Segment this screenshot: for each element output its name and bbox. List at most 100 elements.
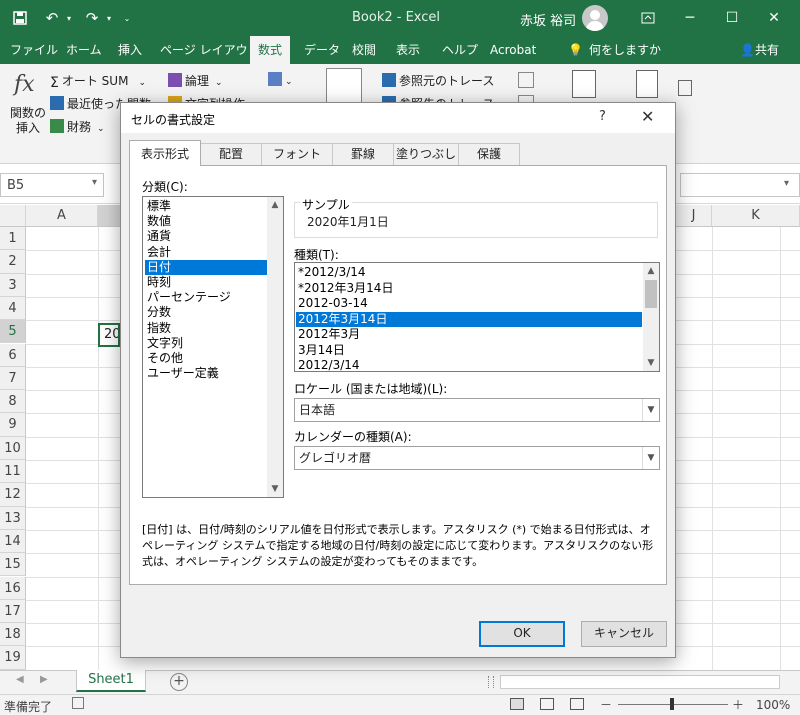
- category-item[interactable]: 日付: [145, 259, 267, 275]
- locale-select[interactable]: 日本語 ▼: [294, 398, 660, 422]
- show-formulas-icon[interactable]: [518, 72, 534, 88]
- type-list[interactable]: *2012/3/14 *2012年3月14日 2012-03-14 2012年3月14…: [294, 262, 660, 372]
- row-header-14[interactable]: 14: [0, 529, 26, 554]
- expand-formula-bar-icon[interactable]: ▾: [784, 178, 789, 189]
- row-header-13[interactable]: 13: [0, 506, 26, 530]
- type-item[interactable]: 2012年3月14日: [296, 311, 642, 327]
- tab-alignment[interactable]: 配置: [200, 143, 262, 165]
- calculation-options-icon[interactable]: [636, 70, 658, 98]
- category-list[interactable]: 標準 数値 通貨 会計 日付 時刻 パーセンテージ 分数 指数 文字列 その他 ユーザー定義 ▲ ▼: [142, 196, 284, 498]
- category-item[interactable]: 分数: [145, 305, 267, 320]
- category-item[interactable]: ユーザー定義: [145, 366, 267, 381]
- chevron-down-icon[interactable]: ▼: [642, 447, 659, 469]
- page-break-view-icon[interactable]: [570, 698, 584, 710]
- type-item[interactable]: 2012年3月: [296, 327, 642, 342]
- row-header-1[interactable]: 1: [0, 227, 26, 251]
- ribbon-tab-help[interactable]: ヘルプ: [434, 36, 486, 64]
- category-item[interactable]: 文字列: [145, 336, 267, 351]
- ribbon-display-options-icon[interactable]: [634, 6, 662, 30]
- horizontal-scrollbar[interactable]: [500, 675, 780, 689]
- tab-border[interactable]: 罫線: [332, 143, 394, 165]
- row-header-4[interactable]: 4: [0, 296, 26, 321]
- zoom-out-button[interactable]: －: [600, 696, 612, 713]
- save-icon[interactable]: [10, 8, 30, 28]
- ribbon-tab-insert[interactable]: 挿入: [110, 36, 150, 64]
- dialog-close-button[interactable]: ✕: [641, 107, 654, 126]
- type-item[interactable]: 2012/3/14: [296, 358, 642, 371]
- ribbon-tab-acrobat[interactable]: Acrobat: [482, 36, 544, 64]
- minimize-button[interactable]: ─: [676, 6, 704, 30]
- normal-view-icon[interactable]: [510, 698, 524, 710]
- type-item[interactable]: *2012/3/14: [296, 265, 642, 280]
- formula-input[interactable]: ▾: [680, 173, 800, 197]
- category-item[interactable]: パーセンテージ: [145, 290, 267, 305]
- scroll-up-icon[interactable]: ▲: [267, 197, 283, 213]
- category-item[interactable]: その他: [145, 351, 267, 366]
- ribbon-tab-formulas[interactable]: 数式: [250, 36, 291, 64]
- watch-window-icon[interactable]: [572, 70, 596, 98]
- row-header-18[interactable]: 18: [0, 623, 26, 647]
- category-item[interactable]: 会計: [145, 245, 267, 260]
- ribbon-tab-view[interactable]: 表示: [388, 36, 428, 64]
- scroll-right-icon[interactable]: ▶: [40, 674, 48, 685]
- tab-fill[interactable]: 塗りつぶし: [393, 143, 459, 165]
- row-header-19[interactable]: 19: [0, 646, 26, 670]
- maximize-button[interactable]: ☐: [718, 6, 746, 30]
- calculate-now-icon[interactable]: [678, 80, 692, 96]
- row-header-16[interactable]: 16: [0, 576, 26, 600]
- row-header-3[interactable]: 3: [0, 273, 26, 297]
- scroll-up-icon[interactable]: ▲: [643, 263, 659, 279]
- user-name[interactable]: 赤坂 裕司: [520, 10, 576, 29]
- macro-record-icon[interactable]: [72, 697, 84, 709]
- calendar-select[interactable]: グレゴリオ暦 ▼: [294, 446, 660, 470]
- share-button[interactable]: 👤共有: [732, 36, 787, 64]
- column-header-k[interactable]: K: [712, 205, 800, 227]
- row-header-17[interactable]: 17: [0, 599, 26, 624]
- row-header-8[interactable]: 8: [0, 390, 26, 414]
- scroll-down-icon[interactable]: ▼: [267, 481, 283, 497]
- type-item[interactable]: *2012年3月14日: [296, 281, 642, 296]
- tell-me-search[interactable]: 💡 何をしますか: [560, 36, 669, 64]
- ribbon-tab-data[interactable]: データ: [296, 36, 348, 64]
- scroll-down-icon[interactable]: ▼: [643, 355, 659, 371]
- tab-font[interactable]: フォント: [261, 143, 333, 165]
- chevron-down-icon[interactable]: ▼: [642, 399, 659, 421]
- redo-icon[interactable]: ↷: [82, 8, 102, 28]
- column-header-a[interactable]: A: [26, 205, 98, 227]
- help-button[interactable]: ?: [599, 109, 606, 124]
- page-layout-view-icon[interactable]: [540, 698, 554, 710]
- cell-b5[interactable]: 2020: [98, 323, 120, 347]
- avatar[interactable]: [582, 5, 608, 31]
- cancel-button[interactable]: キャンセル: [581, 621, 667, 647]
- name-box[interactable]: B5 ▾: [0, 173, 104, 197]
- row-header-10[interactable]: 10: [0, 436, 26, 460]
- logical-button[interactable]: 論理 ⌄: [168, 72, 223, 89]
- type-item[interactable]: 3月14日: [296, 343, 642, 358]
- undo-icon[interactable]: ↶: [42, 8, 62, 28]
- chevron-down-icon[interactable]: ▾: [92, 177, 97, 188]
- row-header-7[interactable]: 7: [0, 366, 26, 391]
- scrollbar-thumb[interactable]: [645, 280, 657, 308]
- ribbon-tab-review[interactable]: 校閲: [344, 36, 384, 64]
- insert-function-button[interactable]: 関数の 挿入: [8, 106, 48, 136]
- sheet-tab-sheet1[interactable]: Sheet1: [76, 670, 146, 692]
- row-header-5[interactable]: 5: [0, 320, 26, 344]
- zoom-in-button[interactable]: ＋: [732, 696, 744, 713]
- zoom-slider-handle[interactable]: [670, 698, 674, 710]
- scroll-left-icon[interactable]: ◀: [16, 674, 24, 685]
- lookup-button[interactable]: ⌄: [268, 72, 293, 87]
- row-header-12[interactable]: 12: [0, 483, 26, 507]
- type-scrollbar[interactable]: ▲ ▼: [643, 263, 659, 371]
- financial-button[interactable]: 財務 ⌄: [50, 118, 105, 135]
- add-sheet-button[interactable]: +: [170, 673, 188, 691]
- select-all-corner[interactable]: [0, 205, 26, 227]
- category-item[interactable]: 標準: [145, 199, 267, 214]
- dialog-title-bar[interactable]: セルの書式設定 ? ✕: [121, 103, 675, 133]
- column-header-j[interactable]: J: [676, 205, 712, 227]
- category-scrollbar[interactable]: ▲ ▼: [267, 197, 283, 497]
- category-item[interactable]: 数値: [145, 214, 267, 229]
- trace-precedents-button[interactable]: 参照元のトレース: [382, 72, 494, 89]
- redo-dropdown-icon[interactable]: ▾: [104, 8, 114, 28]
- row-header-2[interactable]: 2: [0, 250, 26, 274]
- insert-function-icon[interactable]: fx: [14, 72, 35, 97]
